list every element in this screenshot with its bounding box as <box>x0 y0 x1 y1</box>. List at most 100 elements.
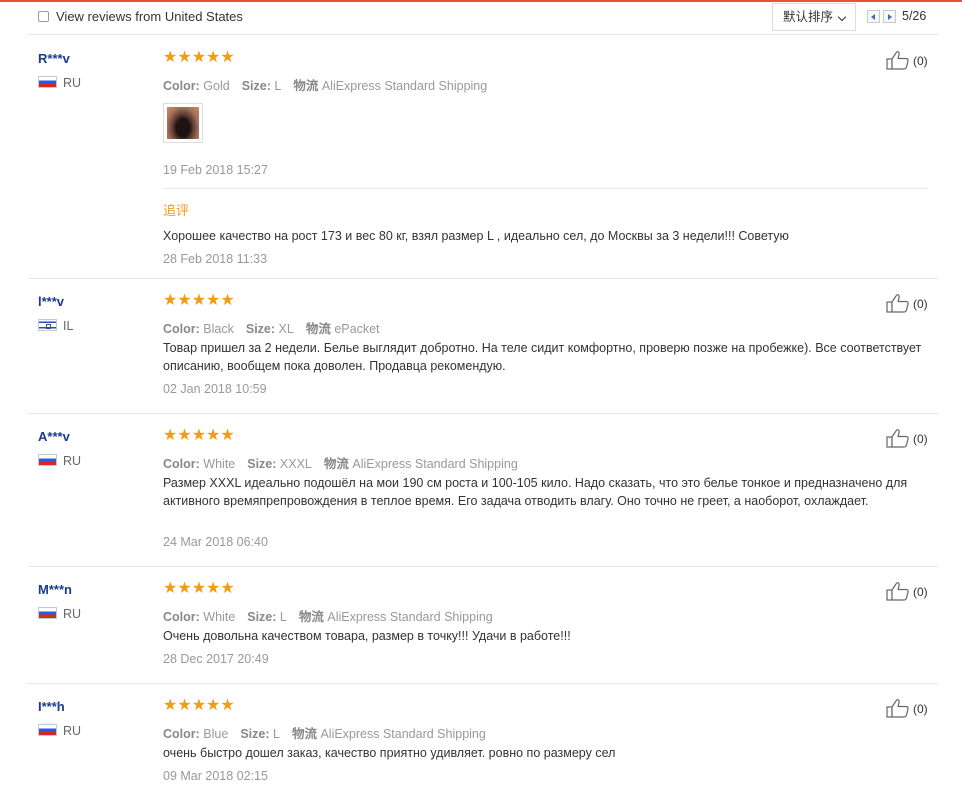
size-label: Size: <box>245 322 276 336</box>
review-text: Очень довольна качеством товара, размер … <box>163 629 571 643</box>
size-label: Size: <box>247 610 277 624</box>
helpful-count: (0) <box>913 585 928 599</box>
review-item: R***v RU ★★★★★ Color: Gold Size: L 物流 AliE… <box>28 35 938 279</box>
reviewer-name[interactable]: A***v <box>38 429 70 444</box>
flag-ru-icon <box>38 607 57 619</box>
review-item: I***h RU ★★★★★ Color: Blue Size: L 物流 AliE… <box>28 683 938 792</box>
divider <box>163 188 928 189</box>
shipping-value: ePacket <box>334 322 380 336</box>
color-value: Blue <box>203 727 229 741</box>
star-rating: ★★★★★ <box>163 49 235 66</box>
size-value: XL <box>278 322 294 336</box>
review-date: 02 Jan 2018 10:59 <box>163 382 267 396</box>
chevron-down-icon <box>837 12 847 22</box>
review-date: 24 Mar 2018 06:40 <box>163 535 268 549</box>
flag-ru-icon <box>38 76 57 88</box>
size-value: XXXL <box>279 457 312 471</box>
reviewer-name[interactable]: M***n <box>38 582 72 597</box>
reviewer-country: RU <box>38 724 81 738</box>
flag-ru-icon <box>38 454 57 466</box>
reviewer-country: IL <box>38 319 73 333</box>
helpful-count: (0) <box>913 54 928 68</box>
order-info: Color: Blue Size: L 物流 AliExpress Standard… <box>163 723 486 742</box>
star-rating: ★★★★★ <box>163 580 235 597</box>
reviewer-name[interactable]: l***v <box>38 294 64 309</box>
flag-il-icon <box>38 319 57 331</box>
size-label: Size: <box>241 79 271 93</box>
color-label: Color: <box>163 457 200 471</box>
shipping-label: 物流 <box>323 457 349 471</box>
sort-dropdown-label: 默认排序 <box>783 10 834 24</box>
size-label: Size: <box>240 727 270 741</box>
order-info: Color: Black Size: XL 物流 ePacket <box>163 318 380 337</box>
star-rating: ★★★★★ <box>163 697 235 714</box>
color-label: Color: <box>163 610 200 624</box>
size-label: Size: <box>247 457 277 471</box>
filter-us-checkbox[interactable] <box>38 11 49 22</box>
helpful-count: (0) <box>913 702 928 716</box>
review-item: M***n RU ★★★★★ Color: White Size: L 物流 Ali… <box>28 566 938 684</box>
country-code: IL <box>63 319 74 333</box>
sort-dropdown[interactable]: 默认排序 <box>772 3 856 31</box>
order-info: Color: White Size: XXXL 物流 AliExpress Stan… <box>163 453 518 472</box>
additional-feedback-text: Хорошее качество на рост 173 и вес 80 кг… <box>163 229 789 243</box>
filter-us-label[interactable]: View reviews from United States <box>56 9 243 24</box>
review-date: 09 Mar 2018 02:15 <box>163 769 268 783</box>
additional-feedback-label: 追评 <box>163 203 190 218</box>
color-label: Color: <box>163 322 200 336</box>
country-code: RU <box>63 607 82 621</box>
additional-feedback-date: 28 Feb 2018 11:33 <box>163 252 268 266</box>
size-value: L <box>273 727 280 741</box>
review-item: A***v RU ★★★★★ Color: White Size: XXXL 物流 … <box>28 413 938 567</box>
color-value: Gold <box>203 79 230 93</box>
next-page-button[interactable] <box>883 10 896 23</box>
color-value: White <box>203 610 236 624</box>
size-value: L <box>274 79 282 93</box>
shipping-value: AliExpress Standard Shipping <box>352 457 518 471</box>
color-label: Color: <box>163 727 200 741</box>
country-code: RU <box>63 454 82 468</box>
shipping-label: 物流 <box>298 610 324 624</box>
prev-page-button[interactable] <box>867 10 880 23</box>
color-value: Black <box>203 322 234 336</box>
thumbs-up-icon <box>886 699 909 718</box>
thumbs-up-icon <box>886 582 909 601</box>
star-rating: ★★★★★ <box>163 427 235 444</box>
shipping-label: 物流 <box>293 79 319 93</box>
star-rating: ★★★★★ <box>163 292 235 309</box>
shipping-label: 物流 <box>305 322 331 336</box>
review-text: Размер XXXL идеально подошёл на мои 190 … <box>163 476 908 508</box>
arrow-right-icon <box>888 13 892 20</box>
shipping-value: AliExpress Standard Shipping <box>321 79 488 93</box>
review-item: l***v IL ★★★★★ Color: Black Size: XL 物流 eP… <box>28 278 938 414</box>
reviewer-country: RU <box>38 607 81 621</box>
reviewer-name[interactable]: R***v <box>38 51 70 66</box>
thumbs-up-icon <box>886 51 909 70</box>
order-info: Color: White Size: L 物流 AliExpress Standar… <box>163 606 493 625</box>
order-info: Color: Gold Size: L 物流 AliExpress Standard… <box>163 75 487 94</box>
color-label: Color: <box>163 79 200 93</box>
flag-ru-icon <box>38 724 57 736</box>
country-code: RU <box>63 76 82 90</box>
thumbs-up-icon <box>886 429 909 448</box>
country-code: RU <box>63 724 82 738</box>
page-indicator: 5/26 <box>902 9 927 23</box>
reviewer-country: RU <box>38 76 81 90</box>
review-toolbar: View reviews from United States 默认排序 5/2… <box>28 2 938 35</box>
review-text: очень быстро дошел заказ, качество прият… <box>163 746 616 760</box>
review-date: 19 Feb 2018 15:27 <box>163 163 268 177</box>
reviewer-name[interactable]: I***h <box>38 699 65 714</box>
review-date: 28 Dec 2017 20:49 <box>163 652 269 666</box>
shipping-label: 物流 <box>291 727 317 741</box>
review-photo-thumbnail[interactable] <box>163 103 203 143</box>
color-value: White <box>203 457 236 471</box>
shipping-value: AliExpress Standard Shipping <box>327 610 493 624</box>
reviewer-country: RU <box>38 454 81 468</box>
size-value: L <box>279 610 287 624</box>
thumbs-up-icon <box>886 294 909 313</box>
helpful-count: (0) <box>913 432 928 446</box>
shipping-value: AliExpress Standard Shipping <box>320 727 486 741</box>
helpful-count: (0) <box>913 297 928 311</box>
review-text: Товар пришел за 2 недели. Белье выглядит… <box>163 341 922 373</box>
arrow-left-icon <box>871 13 875 20</box>
